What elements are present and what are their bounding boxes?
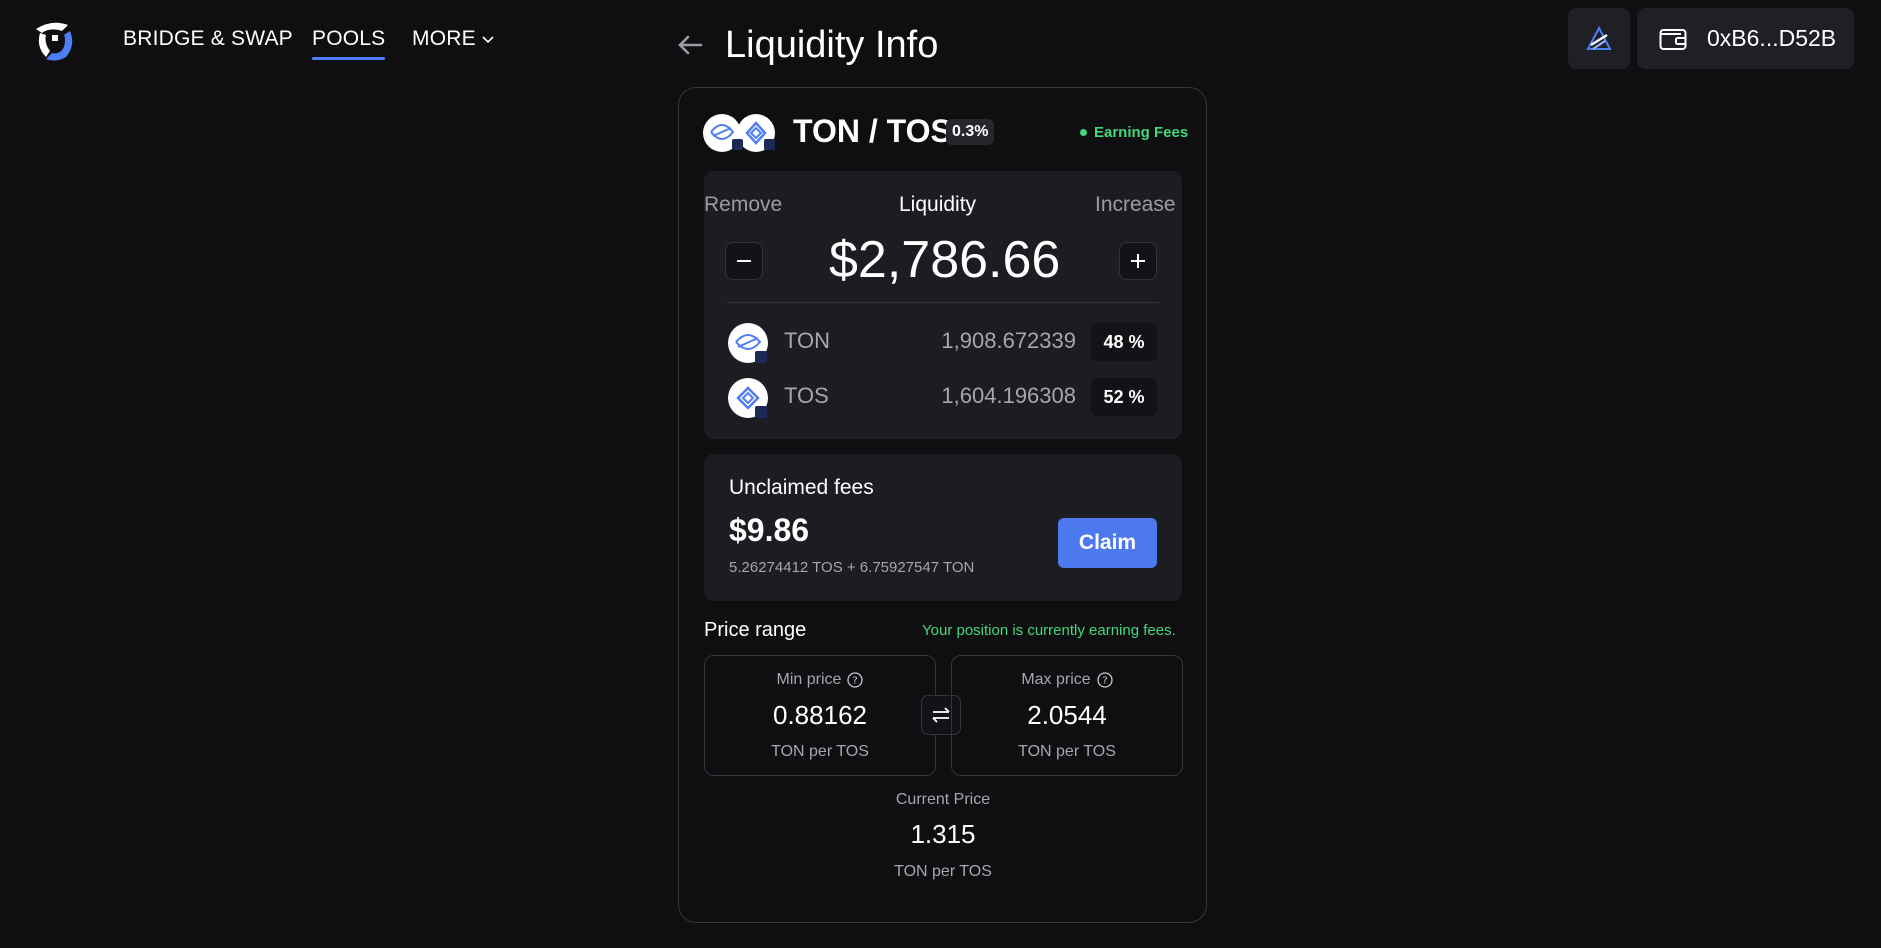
increase-liquidity-button[interactable] xyxy=(1119,242,1157,280)
fees-detail: 5.26274412 TOS + 6.75927547 TON xyxy=(729,559,975,576)
chevron-down-icon xyxy=(482,36,494,44)
app-logo[interactable] xyxy=(30,17,80,63)
max-price-label: Max price xyxy=(1021,671,1091,688)
status-dot-icon xyxy=(1080,129,1087,136)
fee-tier-badge: 0.3% xyxy=(946,119,995,145)
help-icon[interactable]: ? xyxy=(1097,672,1113,688)
fees-value: $9.86 xyxy=(729,512,810,548)
min-price-value: 0.88162 xyxy=(773,700,867,730)
fees-title: Unclaimed fees xyxy=(729,476,874,499)
divider xyxy=(727,302,1159,303)
liquidity-value: $2,786.66 xyxy=(829,231,1061,289)
tos-token-icon xyxy=(728,378,768,418)
token-share-badge: 52 % xyxy=(1091,378,1157,416)
earning-status-label: Earning Fees xyxy=(1094,124,1189,141)
page-title: Liquidity Info xyxy=(725,24,939,66)
min-price-unit: TON per TOS xyxy=(771,743,869,760)
token-name: TON xyxy=(784,328,831,353)
help-icon[interactable]: ? xyxy=(847,672,864,688)
max-price-box: Max price ? 2.0544 TON per TOS xyxy=(951,655,1183,776)
wallet-address: 0xB6...D52B xyxy=(1707,25,1837,51)
nav-more[interactable]: MORE xyxy=(412,27,494,51)
min-price-label: Min price xyxy=(776,671,842,688)
titan-network-icon xyxy=(1586,25,1612,50)
swap-arrows-icon xyxy=(932,707,950,723)
back-arrow-icon[interactable] xyxy=(677,34,703,61)
svg-text:?: ? xyxy=(853,676,858,687)
nav-pools[interactable]: POOLS xyxy=(312,27,386,60)
token-name: TOS xyxy=(784,383,829,408)
remove-liquidity-button[interactable] xyxy=(725,242,763,280)
nav-bridge-swap[interactable]: BRIDGE & SWAP xyxy=(123,27,293,51)
wallet-icon xyxy=(1659,28,1687,50)
remove-label: Remove xyxy=(704,193,783,216)
liquidity-label: Liquidity xyxy=(899,193,977,216)
nav-more-label: MORE xyxy=(412,27,476,50)
max-price-label-row: Max price ? xyxy=(952,671,1182,689)
token-amount: 1,604.196308 xyxy=(941,383,1076,408)
max-price-value: 2.0544 xyxy=(1027,700,1107,730)
wallet-button[interactable]: 0xB6...D52B xyxy=(1637,8,1854,69)
svg-text:?: ? xyxy=(1102,676,1107,687)
minus-icon xyxy=(737,260,751,262)
pair-name: TON / TOS xyxy=(793,113,952,149)
token-amount: 1,908.672339 xyxy=(941,328,1076,353)
min-price-box: Min price ? 0.88162 TON per TOS xyxy=(704,655,936,776)
network-button[interactable] xyxy=(1568,8,1630,69)
price-range-title: Price range xyxy=(704,619,807,641)
claim-button[interactable]: Claim xyxy=(1058,518,1157,568)
earning-status: Earning Fees xyxy=(1080,124,1188,141)
plus-icon xyxy=(1131,254,1145,268)
max-price-unit: TON per TOS xyxy=(1018,743,1116,760)
current-price-value: 1.315 xyxy=(910,819,976,849)
price-range-status: Your position is currently earning fees. xyxy=(922,622,1176,639)
current-price-unit: TON per TOS xyxy=(894,863,992,880)
pair-token-icons xyxy=(703,112,775,154)
min-price-label-row: Min price ? xyxy=(705,671,935,689)
ton-token-icon xyxy=(728,323,768,363)
token-share-badge: 48 % xyxy=(1091,323,1157,361)
increase-label: Increase xyxy=(1095,193,1176,216)
current-price-label: Current Price xyxy=(895,791,991,808)
